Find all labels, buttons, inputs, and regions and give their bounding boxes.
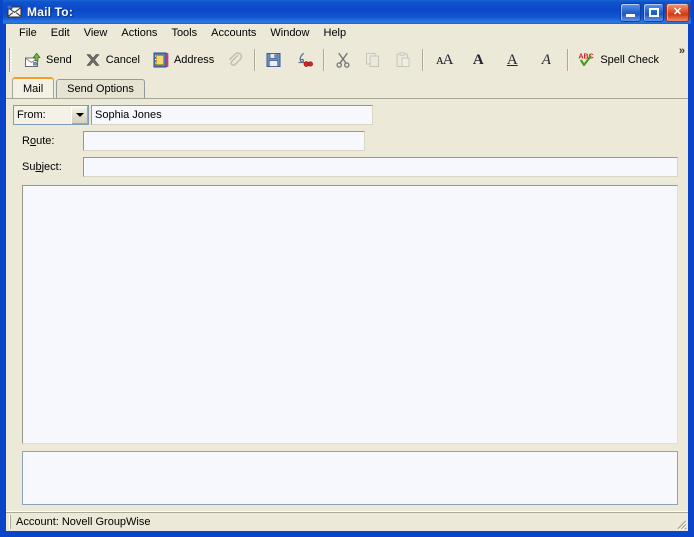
tab-send-options-label: Send Options [67, 83, 134, 95]
send-button[interactable]: Send [18, 46, 78, 74]
spell-check-button[interactable]: ABC Spell Check [572, 46, 665, 74]
address-button[interactable]: Address [146, 46, 220, 74]
font-size-button[interactable]: ᴀA [427, 46, 461, 74]
header-fields: From: Route: Subject: [13, 105, 681, 183]
menu-bar: File Edit View Actions Tools Accounts Wi… [6, 24, 688, 43]
tab-strip: Mail Send Options [6, 77, 688, 98]
route-label: Route: [22, 135, 55, 147]
underline-button[interactable]: A [495, 46, 529, 74]
menu-actions[interactable]: Actions [114, 25, 164, 42]
message-body-input[interactable] [22, 185, 678, 444]
route-row: Route: [13, 131, 681, 151]
menu-edit[interactable]: Edit [44, 25, 77, 42]
tab-mail-label: Mail [23, 82, 44, 95]
attachment-pane[interactable] [22, 451, 678, 505]
subject-row: Subject: [13, 157, 681, 177]
address-book-icon [153, 52, 169, 68]
route-input[interactable] [83, 131, 365, 151]
maximize-button[interactable] [643, 2, 664, 22]
recipient-type-dropdown[interactable]: From: [13, 105, 89, 125]
window-controls: ✕ [620, 2, 689, 22]
title-bar[interactable]: Mail To: ✕ [3, 0, 691, 24]
cut-button[interactable] [328, 46, 358, 74]
tab-send-options[interactable]: Send Options [56, 79, 145, 98]
menu-tools[interactable]: Tools [164, 25, 204, 42]
toolbar-gripper[interactable] [9, 48, 14, 72]
cancel-button[interactable]: Cancel [78, 46, 146, 74]
subject-input[interactable] [83, 157, 678, 177]
save-floppy-icon [266, 53, 281, 67]
client-area: File Edit View Actions Tools Accounts Wi… [6, 24, 688, 531]
scissors-cut-icon [336, 52, 350, 68]
paste-button[interactable] [388, 46, 418, 74]
send-envelope-icon [25, 52, 41, 67]
toolbar-separator [422, 49, 424, 71]
menu-view[interactable]: View [77, 25, 115, 42]
close-button[interactable]: ✕ [666, 2, 689, 22]
tab-mail[interactable]: Mail [12, 77, 55, 98]
recipient-input[interactable] [91, 105, 373, 125]
status-account: Account: Novell GroupWise [10, 514, 155, 529]
paperclip-icon [229, 52, 243, 66]
subject-label: Subject: [22, 161, 62, 173]
italic-button[interactable]: A [529, 46, 563, 74]
mail-compose-window: Mail To: ✕ File Edit View Actions Tools … [0, 0, 694, 537]
save-draft-button[interactable] [259, 46, 289, 74]
mail-envelope-icon [7, 4, 22, 18]
toolbar-separator [254, 49, 256, 71]
signature-icon [298, 52, 314, 67]
spell-check-label: Spell Check [600, 54, 660, 66]
copy-pages-icon [366, 53, 380, 67]
bold-button[interactable]: A [461, 46, 495, 74]
font-size-icon: ᴀA [436, 51, 453, 68]
svg-text:ABC: ABC [579, 54, 594, 61]
toolbar-separator [567, 49, 569, 71]
underline-icon: A [506, 51, 518, 68]
menu-file[interactable]: File [12, 25, 44, 42]
recipient-type-value: From: [17, 109, 46, 121]
mail-tab-panel: From: Route: Subject: [6, 98, 688, 511]
from-row: From: [13, 105, 681, 125]
cancel-x-icon [86, 54, 100, 66]
toolbar-overflow-button[interactable]: » [679, 46, 685, 57]
minimize-button[interactable] [620, 2, 641, 22]
spell-check-icon: ABC [579, 54, 594, 67]
toolbar: Send Cancel Address ᴀA A A A ABC Spell C… [6, 43, 688, 77]
copy-button[interactable] [358, 46, 388, 74]
menu-window[interactable]: Window [263, 25, 316, 42]
menu-accounts[interactable]: Accounts [204, 25, 263, 42]
close-icon: ✕ [672, 5, 683, 18]
italic-icon: A [541, 51, 551, 68]
cancel-label: Cancel [105, 54, 140, 66]
window-title: Mail To: [27, 5, 74, 19]
chevron-down-icon[interactable] [71, 106, 88, 124]
send-label: Send [46, 54, 72, 66]
attach-file-button[interactable] [220, 46, 250, 74]
bold-icon: A [472, 51, 484, 68]
menu-help[interactable]: Help [317, 25, 354, 42]
status-bar: Account: Novell GroupWise [6, 511, 688, 531]
resize-grip-icon[interactable] [673, 516, 687, 530]
address-label: Address [173, 54, 215, 66]
toolbar-separator [323, 49, 325, 71]
clipboard-paste-icon [396, 52, 410, 67]
signature-button[interactable] [289, 46, 319, 74]
